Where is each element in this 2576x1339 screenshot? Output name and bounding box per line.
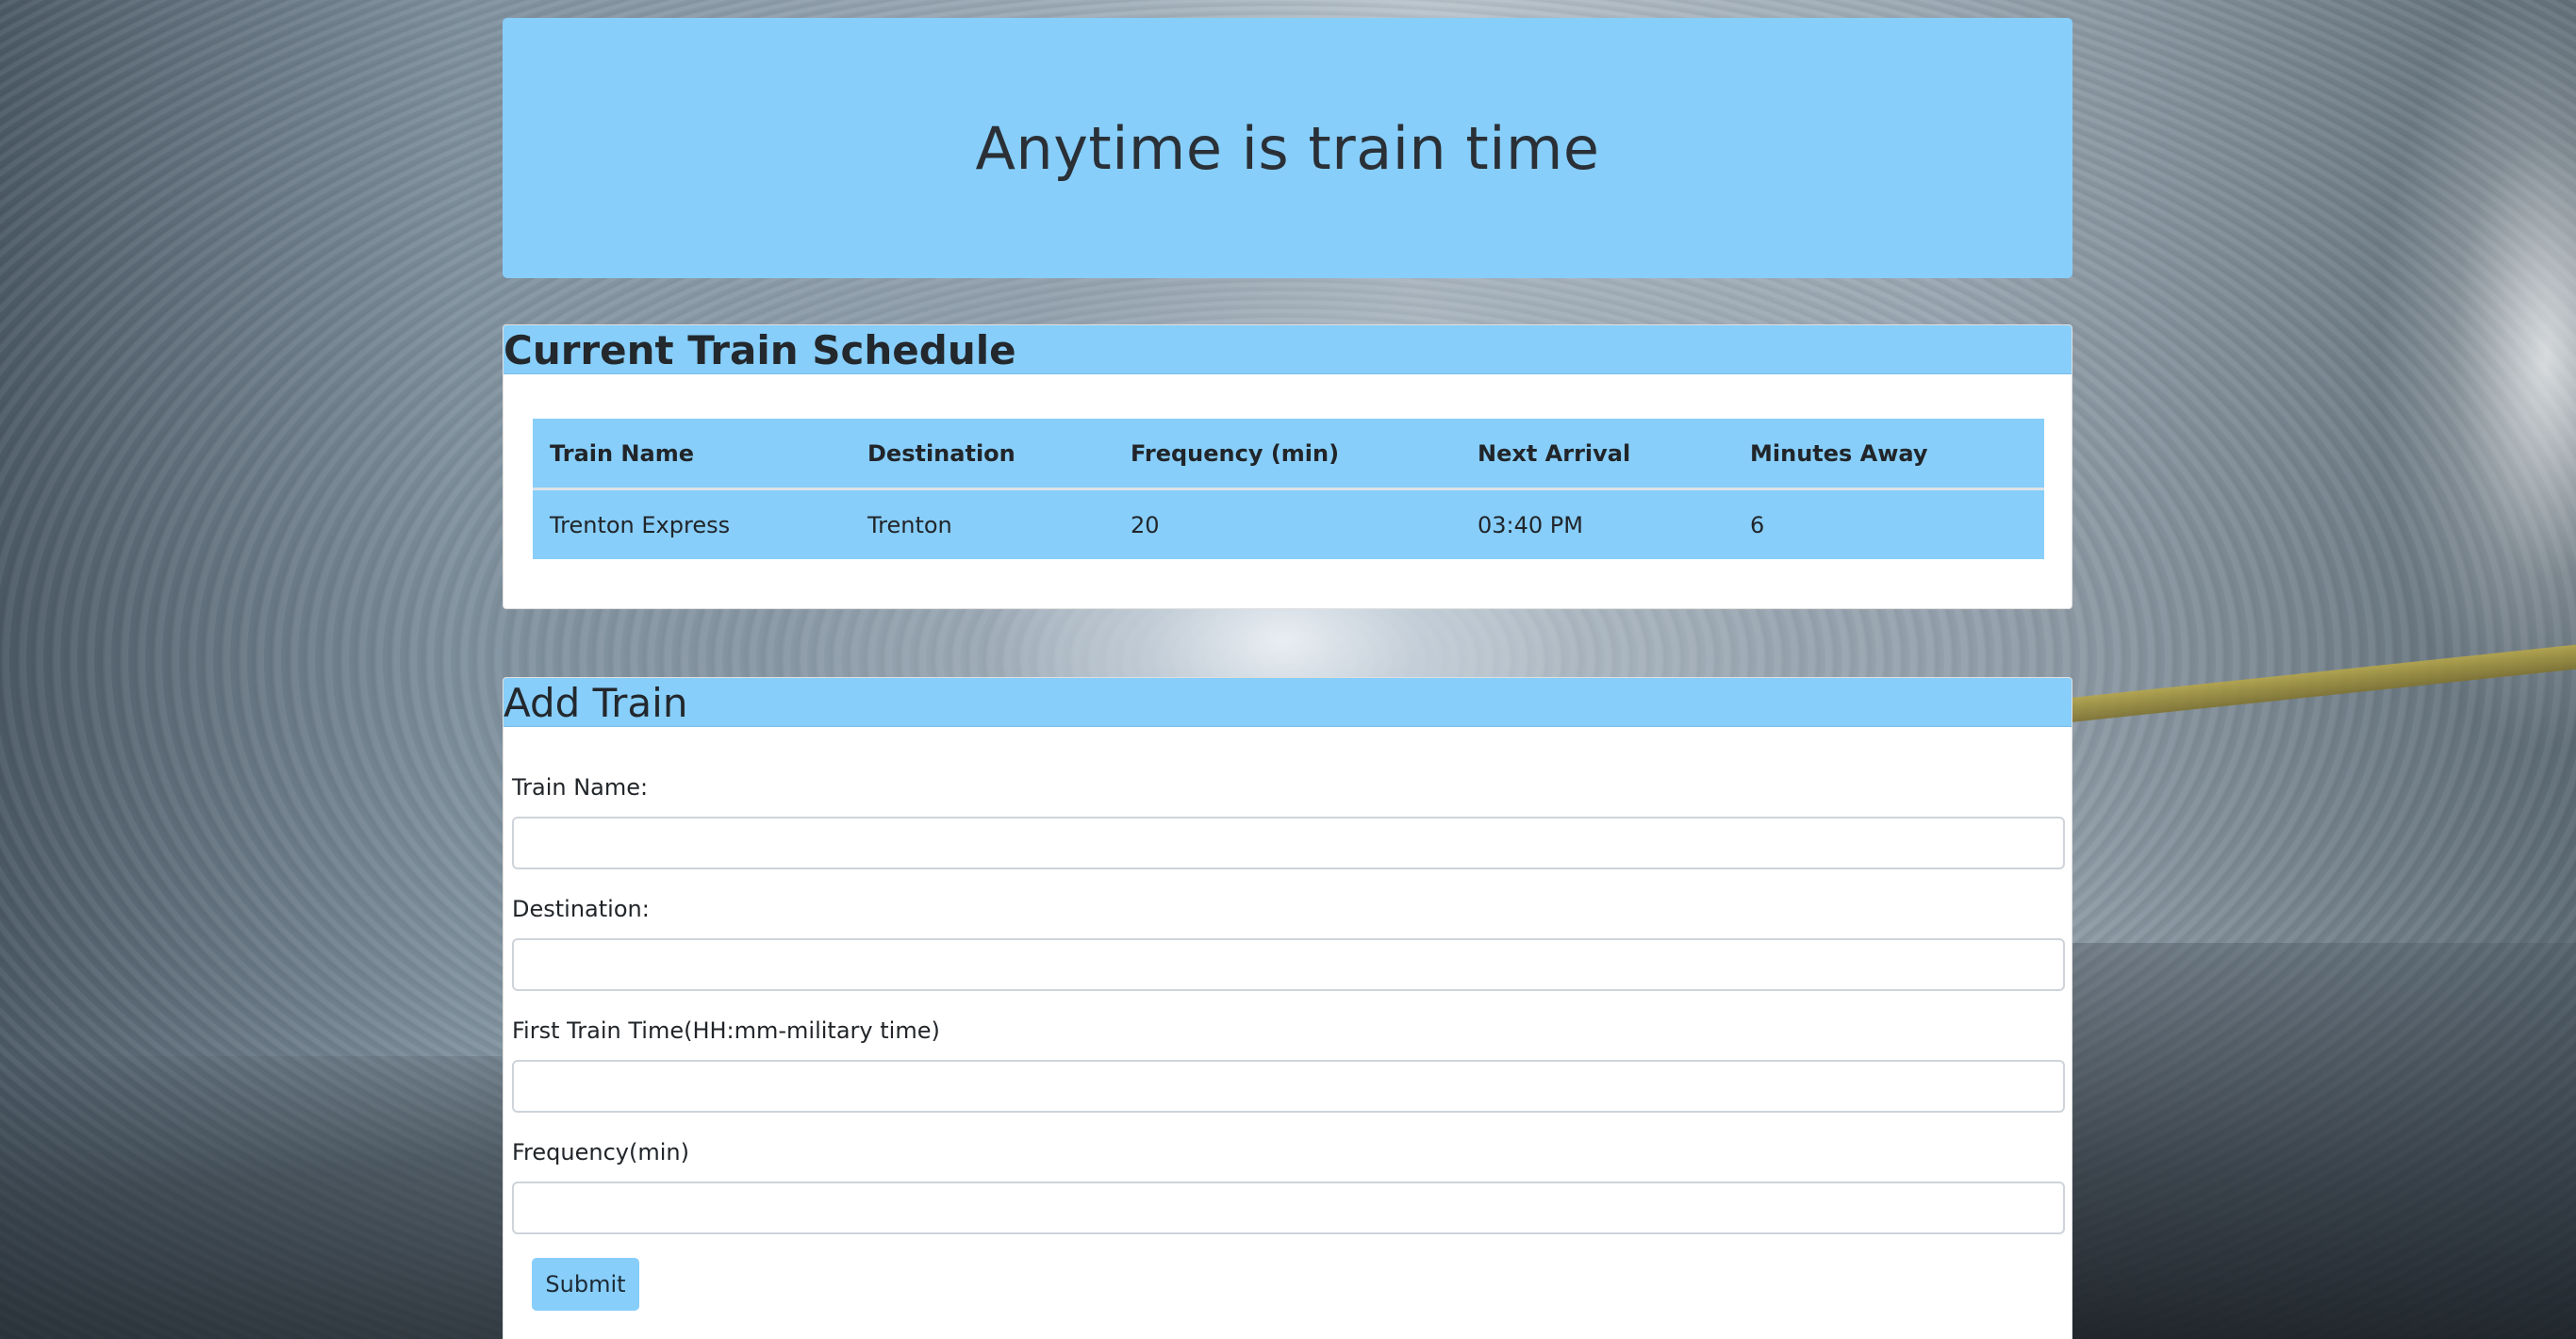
form-group-train-name: Train Name: <box>512 771 2065 869</box>
form-group-frequency: Frequency(min) <box>512 1136 2065 1234</box>
add-train-card-header: Add Train <box>504 678 2072 727</box>
destination-label: Destination: <box>512 896 650 922</box>
first-train-time-label: First Train Time(HH:mm-military time) <box>512 1017 940 1044</box>
column-header-destination: Destination <box>850 419 1114 490</box>
header-jumbotron: Anytime is train time <box>503 18 2072 278</box>
form-group-first-train-time: First Train Time(HH:mm-military time) <box>512 1015 2065 1113</box>
form-group-destination: Destination: <box>512 893 2065 991</box>
submit-button[interactable]: Submit <box>532 1258 639 1311</box>
cell-next-arrival: 03:40 PM <box>1478 511 1583 538</box>
add-train-title: Add Train <box>504 680 688 726</box>
page-title: Anytime is train time <box>975 113 1600 183</box>
schedule-title: Current Train Schedule <box>504 327 1016 373</box>
column-header-train-name: Train Name <box>533 419 850 490</box>
cell-train-name: Trenton Express <box>550 511 731 538</box>
frequency-input[interactable] <box>512 1182 2065 1234</box>
frequency-label: Frequency(min) <box>512 1139 689 1165</box>
table-row: Trenton Express Trenton 20 03:40 PM 6 <box>533 489 2044 560</box>
cell-minutes-away: 6 <box>1750 511 1765 538</box>
cell-frequency: 20 <box>1131 511 1160 538</box>
table-header-row: Train Name Destination Frequency (min) N… <box>533 419 2044 490</box>
column-header-next-arrival: Next Arrival <box>1461 419 1733 490</box>
schedule-card-header: Current Train Schedule <box>504 325 2072 374</box>
schedule-table: Train Name Destination Frequency (min) N… <box>533 419 2044 559</box>
column-header-frequency: Frequency (min) <box>1114 419 1461 490</box>
first-train-time-input[interactable] <box>512 1060 2065 1113</box>
train-name-input[interactable] <box>512 817 2065 869</box>
schedule-card: Current Train Schedule Train Name Destin… <box>503 324 2072 609</box>
add-train-card: Add Train Train Name: Destination: First… <box>503 677 2072 1339</box>
tunnel-light <box>2150 0 2576 849</box>
train-name-label: Train Name: <box>512 774 649 801</box>
column-header-minutes-away: Minutes Away <box>1733 419 2044 490</box>
tunnel-floor-right <box>2065 943 2576 1339</box>
cell-destination: Trenton <box>867 511 952 538</box>
destination-input[interactable] <box>512 938 2065 991</box>
